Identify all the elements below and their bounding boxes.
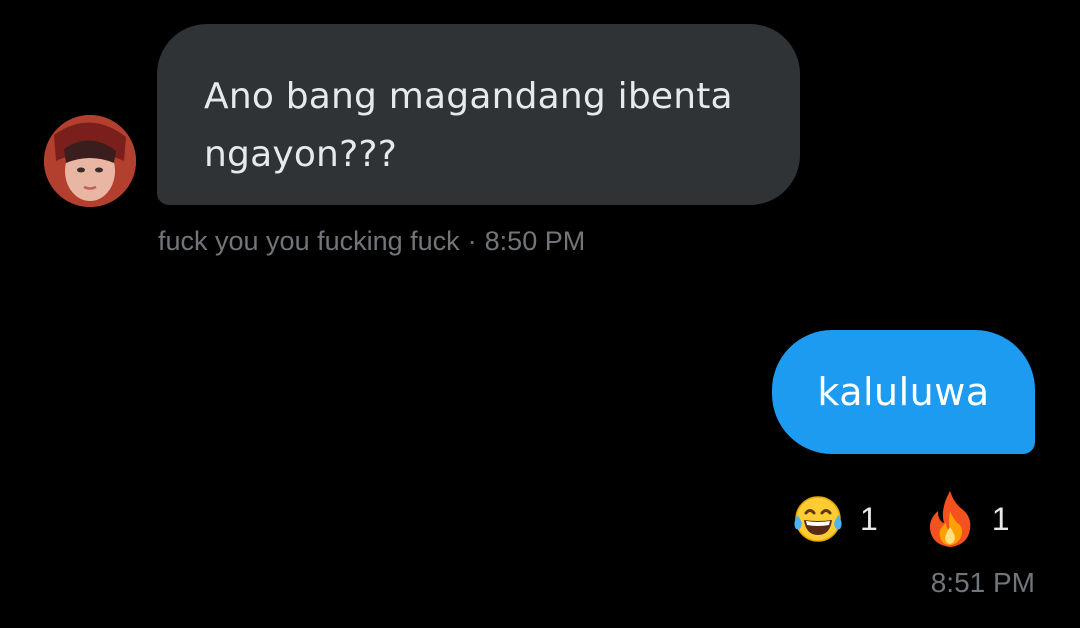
incoming-timestamp: 8:50 PM [484, 226, 586, 256]
fire-emoji-icon [929, 491, 971, 547]
outgoing-message-text: kaluluwa [817, 370, 990, 414]
reaction-fire[interactable]: 1 [924, 489, 1010, 549]
reaction-laughing[interactable]: 1 [792, 493, 878, 545]
incoming-message-meta: fuck you you fucking fuck · 8:50 PM [158, 226, 585, 257]
meta-separator: · [467, 226, 477, 256]
laughing-tears-emoji-icon [794, 496, 842, 542]
avatar[interactable] [44, 115, 136, 207]
avatar-photo [44, 115, 136, 207]
incoming-message-text: Ano bang magandang ibenta ngayon??? [204, 76, 733, 175]
reaction-count-fire: 1 [991, 500, 1010, 537]
outgoing-timestamp: 8:51 PM [930, 567, 1035, 598]
incoming-message-bubble[interactable]: Ano bang magandang ibenta ngayon??? [157, 24, 800, 205]
reactions-bar: 1 1 [792, 487, 1010, 551]
reaction-count-laughing: 1 [860, 500, 878, 537]
outgoing-message-bubble[interactable]: kaluluwa [772, 330, 1035, 454]
sender-name[interactable]: fuck you you fucking fuck [158, 226, 460, 256]
